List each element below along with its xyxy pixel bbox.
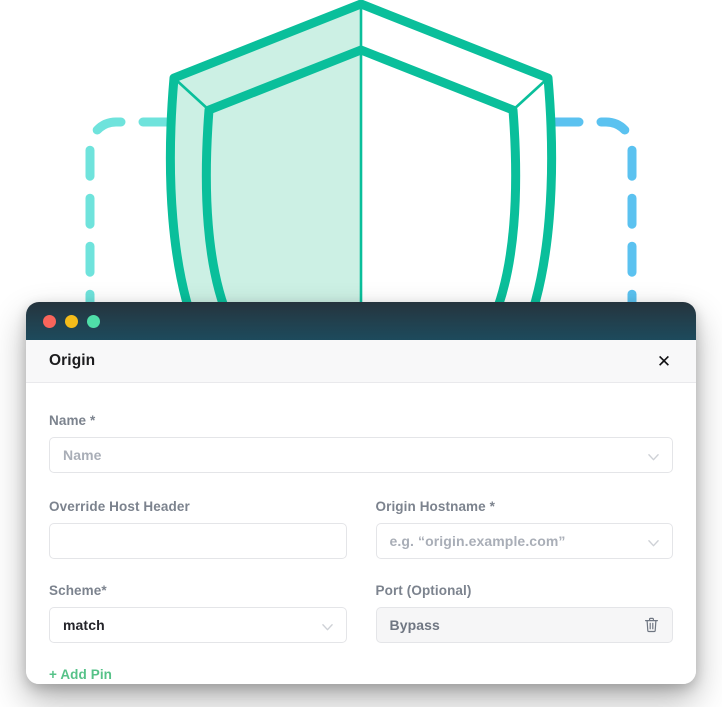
panel-title: Origin xyxy=(49,352,96,369)
field-port-label: Port (Optional) xyxy=(375,583,472,598)
field-origin-hostname-label: Origin Hostname * xyxy=(375,499,495,514)
dashed-frame-left xyxy=(85,117,366,335)
field-name: Name * Name xyxy=(49,413,673,473)
close-icon[interactable]: ✕ xyxy=(654,351,674,371)
dashed-frame-right xyxy=(356,117,637,335)
field-name-label: Name * xyxy=(49,413,96,428)
field-scheme: Scheme* match xyxy=(49,583,347,643)
chevron-down-icon xyxy=(321,624,333,631)
trash-icon[interactable] xyxy=(644,617,659,633)
screenshot-canvas: Origin ✕ Name * Name Override Host Heade… xyxy=(0,0,722,707)
name-select-placeholder: Name xyxy=(63,447,102,463)
panel-header: Origin ✕ xyxy=(26,340,696,383)
override-host-header-input[interactable] xyxy=(49,523,347,559)
name-select[interactable]: Name xyxy=(49,437,673,473)
field-port: Port (Optional) Bypass xyxy=(375,583,673,643)
add-pin-button[interactable]: + Add Pin xyxy=(49,667,112,682)
window-titlebar xyxy=(26,302,696,340)
form-column-left: Override Host Header Scheme* match xyxy=(49,499,347,643)
port-input[interactable]: Bypass xyxy=(375,607,673,643)
origin-form: Name * Name Override Host Header Scheme*… xyxy=(26,383,696,684)
field-scheme-label: Scheme* xyxy=(49,583,107,598)
traffic-lights xyxy=(43,314,100,328)
scheme-select-value: match xyxy=(63,617,105,633)
shield-bevel-edges xyxy=(173,77,549,111)
traffic-light-minimize[interactable] xyxy=(65,314,78,328)
traffic-light-maximize[interactable] xyxy=(87,314,100,328)
browser-window: Origin ✕ Name * Name Override Host Heade… xyxy=(26,302,696,684)
chevron-down-icon xyxy=(648,454,659,461)
form-column-right: Origin Hostname * e.g. “origin.example.c… xyxy=(375,499,673,643)
form-columns: Override Host Header Scheme* match Origi… xyxy=(49,499,673,643)
field-override-host-header-label: Override Host Header xyxy=(49,499,190,514)
scheme-select[interactable]: match xyxy=(49,607,347,643)
field-origin-hostname: Origin Hostname * e.g. “origin.example.c… xyxy=(375,499,673,559)
chevron-down-icon xyxy=(648,540,659,547)
field-override-host-header: Override Host Header xyxy=(49,499,347,559)
origin-hostname-placeholder: e.g. “origin.example.com” xyxy=(389,533,566,549)
traffic-light-close[interactable] xyxy=(43,314,56,328)
port-input-value: Bypass xyxy=(389,617,440,633)
origin-hostname-select[interactable]: e.g. “origin.example.com” xyxy=(375,523,673,559)
